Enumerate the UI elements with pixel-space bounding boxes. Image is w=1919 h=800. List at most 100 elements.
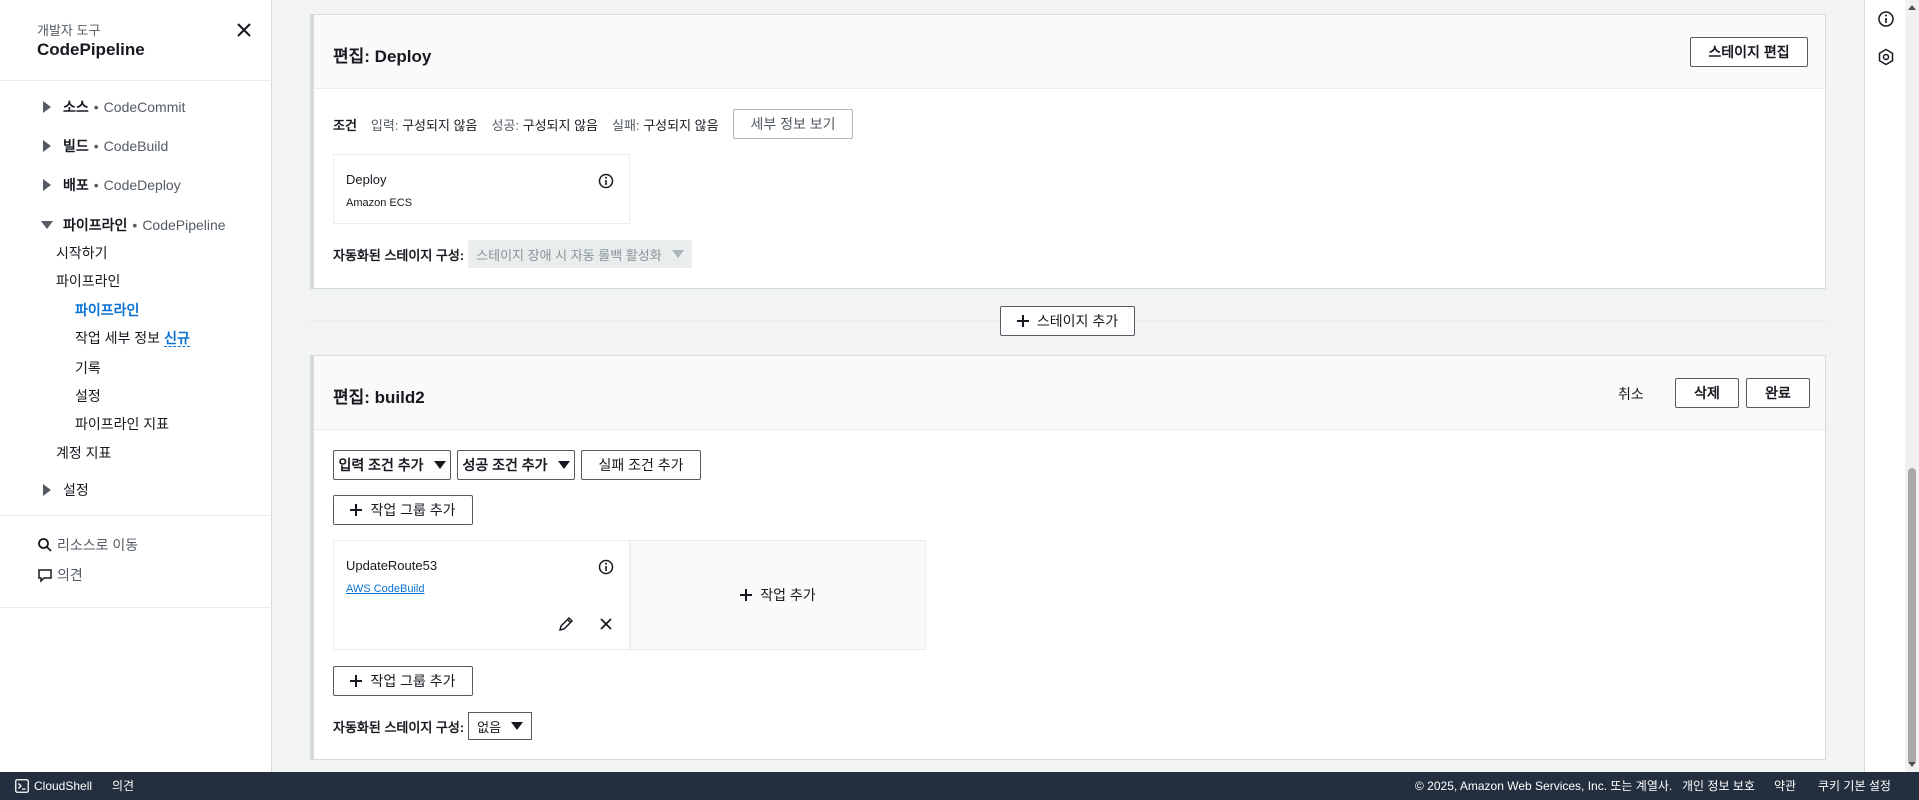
scrollbar-thumb[interactable] [1908, 468, 1916, 764]
sidebar-title[interactable]: CodePipeline [37, 40, 145, 60]
action-name: Deploy [346, 172, 387, 187]
cancel-button[interactable]: 취소 [1618, 384, 1644, 404]
new-badge[interactable]: 신규 [164, 330, 190, 347]
auto-stage-config-row: 자동화된 스테이지 구성: 스테이지 장애 시 자동 롤백 활성화 [333, 240, 692, 268]
chevron-down-icon [671, 250, 684, 258]
sidebar-divider [0, 515, 272, 516]
plus-icon [740, 589, 753, 601]
sidebar-section-deploy[interactable]: 배포 • CodeDeploy [39, 175, 181, 195]
add-stage-button[interactable]: 스테이지 추가 [1000, 306, 1135, 336]
caret-right-icon [43, 140, 51, 152]
add-failure-condition-button[interactable]: 실패 조건 추가 [581, 450, 701, 480]
deploy-action-card[interactable]: Deploy Amazon ECS [333, 154, 630, 224]
caret-right-icon [43, 179, 51, 191]
failure-value: 구성되지 않음 [643, 117, 719, 133]
separator-dot: • [93, 99, 99, 115]
auto-stage-config-row: 자동화된 스테이지 구성: 없음 [333, 712, 533, 740]
go-to-resource-link[interactable]: 리소스로 이동 [37, 535, 138, 555]
sidebar-item-pipeline-group[interactable]: 파이프라인 [56, 271, 120, 291]
delete-button[interactable]: 삭제 [1675, 378, 1739, 408]
comment-icon [38, 569, 52, 583]
hexagon-settings-icon[interactable] [1876, 47, 1896, 67]
auto-config-select: 스테이지 장애 시 자동 롤백 활성화 [468, 240, 692, 268]
button-label: 입력 조건 추가 [338, 457, 424, 473]
sidebar-item-account-metrics[interactable]: 계정 지표 [56, 443, 111, 463]
success-value: 구성되지 않음 [522, 117, 599, 133]
chevron-down-icon [433, 461, 446, 469]
console-footer: CloudShell 의견 © 2025, Amazon Web Service… [0, 772, 1919, 800]
cookie-preferences-link[interactable]: 쿠키 기본 설정 [1818, 779, 1891, 793]
edit-pencil-icon[interactable] [557, 615, 575, 633]
update-route53-action-card[interactable]: UpdateRoute53 AWS CodeBuild [333, 540, 630, 650]
sidebar-item-job-details[interactable]: 작업 세부 정보 신규 [75, 328, 190, 348]
add-action-group-button-top[interactable]: 작업 그룹 추가 [333, 495, 473, 525]
remove-x-icon[interactable] [597, 615, 615, 633]
add-success-condition-button[interactable]: 성공 조건 추가 [457, 450, 575, 480]
action-provider-link[interactable]: AWS CodeBuild [346, 583, 424, 595]
caret-right-icon [43, 484, 51, 496]
view-details-button[interactable]: 세부 정보 보기 [733, 109, 853, 139]
sidebar-item-pipelines[interactable]: 파이프라인 [75, 300, 139, 320]
go-to-resource-label: 리소스로 이동 [57, 537, 139, 553]
privacy-link[interactable]: 개인 정보 보호 [1682, 779, 1755, 793]
conditions-label: 조건 [333, 117, 357, 133]
feedback-link[interactable]: 의견 [37, 565, 83, 585]
entry-key: 입력: [370, 117, 399, 133]
chevron-down-icon [511, 722, 524, 730]
success-key: 성공: [491, 117, 520, 133]
cloudshell-label: CloudShell [34, 779, 93, 793]
sidebar-section-settings[interactable]: 설정 [39, 480, 89, 500]
separator-dot: • [93, 177, 99, 193]
auto-config-value: 없음 [477, 719, 502, 735]
separator-dot: • [132, 217, 138, 233]
sidebar-section-pipeline[interactable]: 파이프라인 • CodePipeline [39, 215, 226, 235]
search-icon [38, 538, 52, 552]
button-label: 작업 그룹 추가 [370, 673, 456, 689]
scroll-up-arrow-icon[interactable] [1907, 3, 1917, 11]
sidebar-section-service: CodePipeline [142, 217, 226, 233]
terminal-icon [15, 779, 29, 793]
vertical-scrollbar[interactable] [1905, 0, 1919, 772]
sidebar-section-label: 배포 [63, 177, 89, 193]
footer-feedback-link[interactable]: 의견 [112, 779, 134, 793]
chevron-down-icon [557, 461, 570, 469]
add-action-label: 작업 추가 [760, 587, 816, 603]
separator-dot: • [93, 138, 99, 154]
button-label: 작업 그룹 추가 [370, 502, 456, 518]
sidebar-section-service: CodeBuild [103, 138, 169, 154]
button-label: 성공 조건 추가 [462, 457, 548, 473]
auto-config-select[interactable]: 없음 [468, 712, 533, 740]
auto-config-label: 자동화된 스테이지 구성: [333, 719, 465, 735]
sidebar-section-label: 빌드 [63, 138, 89, 154]
right-utility-rail [1864, 0, 1905, 772]
info-icon[interactable] [1876, 9, 1896, 29]
sidebar-divider [0, 607, 272, 608]
done-button[interactable]: 완료 [1746, 378, 1810, 408]
conditions-row: 조건 입력: 구성되지 않음 성공: 구성되지 않음 실패: 구성되지 않음 [333, 114, 733, 134]
failure-key: 실패: [612, 117, 640, 133]
sidebar-section-service: CodeDeploy [103, 177, 181, 193]
edit-stage-button[interactable]: 스테이지 편집 [1690, 37, 1808, 67]
sidebar-item-history[interactable]: 기록 [75, 358, 101, 378]
info-icon[interactable] [598, 173, 614, 189]
sidebar-subtitle: 개발자 도구 [37, 23, 101, 38]
sidebar-section-service: CodeCommit [103, 99, 186, 115]
terms-link[interactable]: 약관 [1774, 779, 1796, 793]
add-stage-label: 스테이지 추가 [1036, 313, 1119, 329]
scroll-down-arrow-icon[interactable] [1907, 761, 1917, 769]
sidebar-section-label: 소스 [63, 99, 89, 115]
cloudshell-button[interactable]: CloudShell [15, 779, 92, 793]
add-entry-condition-button[interactable]: 입력 조건 추가 [333, 450, 451, 480]
sidebar-section-build[interactable]: 빌드 • CodeBuild [39, 136, 168, 156]
entry-value: 구성되지 않음 [402, 117, 478, 133]
add-action-area[interactable]: 작업 추가 [630, 540, 926, 650]
sidebar-item-settings[interactable]: 설정 [75, 386, 101, 406]
sidebar-item-pipeline-metrics[interactable]: 파이프라인 지표 [75, 414, 169, 434]
info-icon[interactable] [598, 559, 614, 575]
sidebar-item-getting-started[interactable]: 시작하기 [56, 243, 108, 263]
sidebar-section-label: 파이프라인 [63, 217, 128, 233]
sidebar-section-source[interactable]: 소스 • CodeCommit [39, 97, 185, 117]
close-icon[interactable] [234, 20, 254, 40]
caret-down-icon [41, 221, 53, 229]
add-action-group-button-bottom[interactable]: 작업 그룹 추가 [333, 666, 473, 696]
